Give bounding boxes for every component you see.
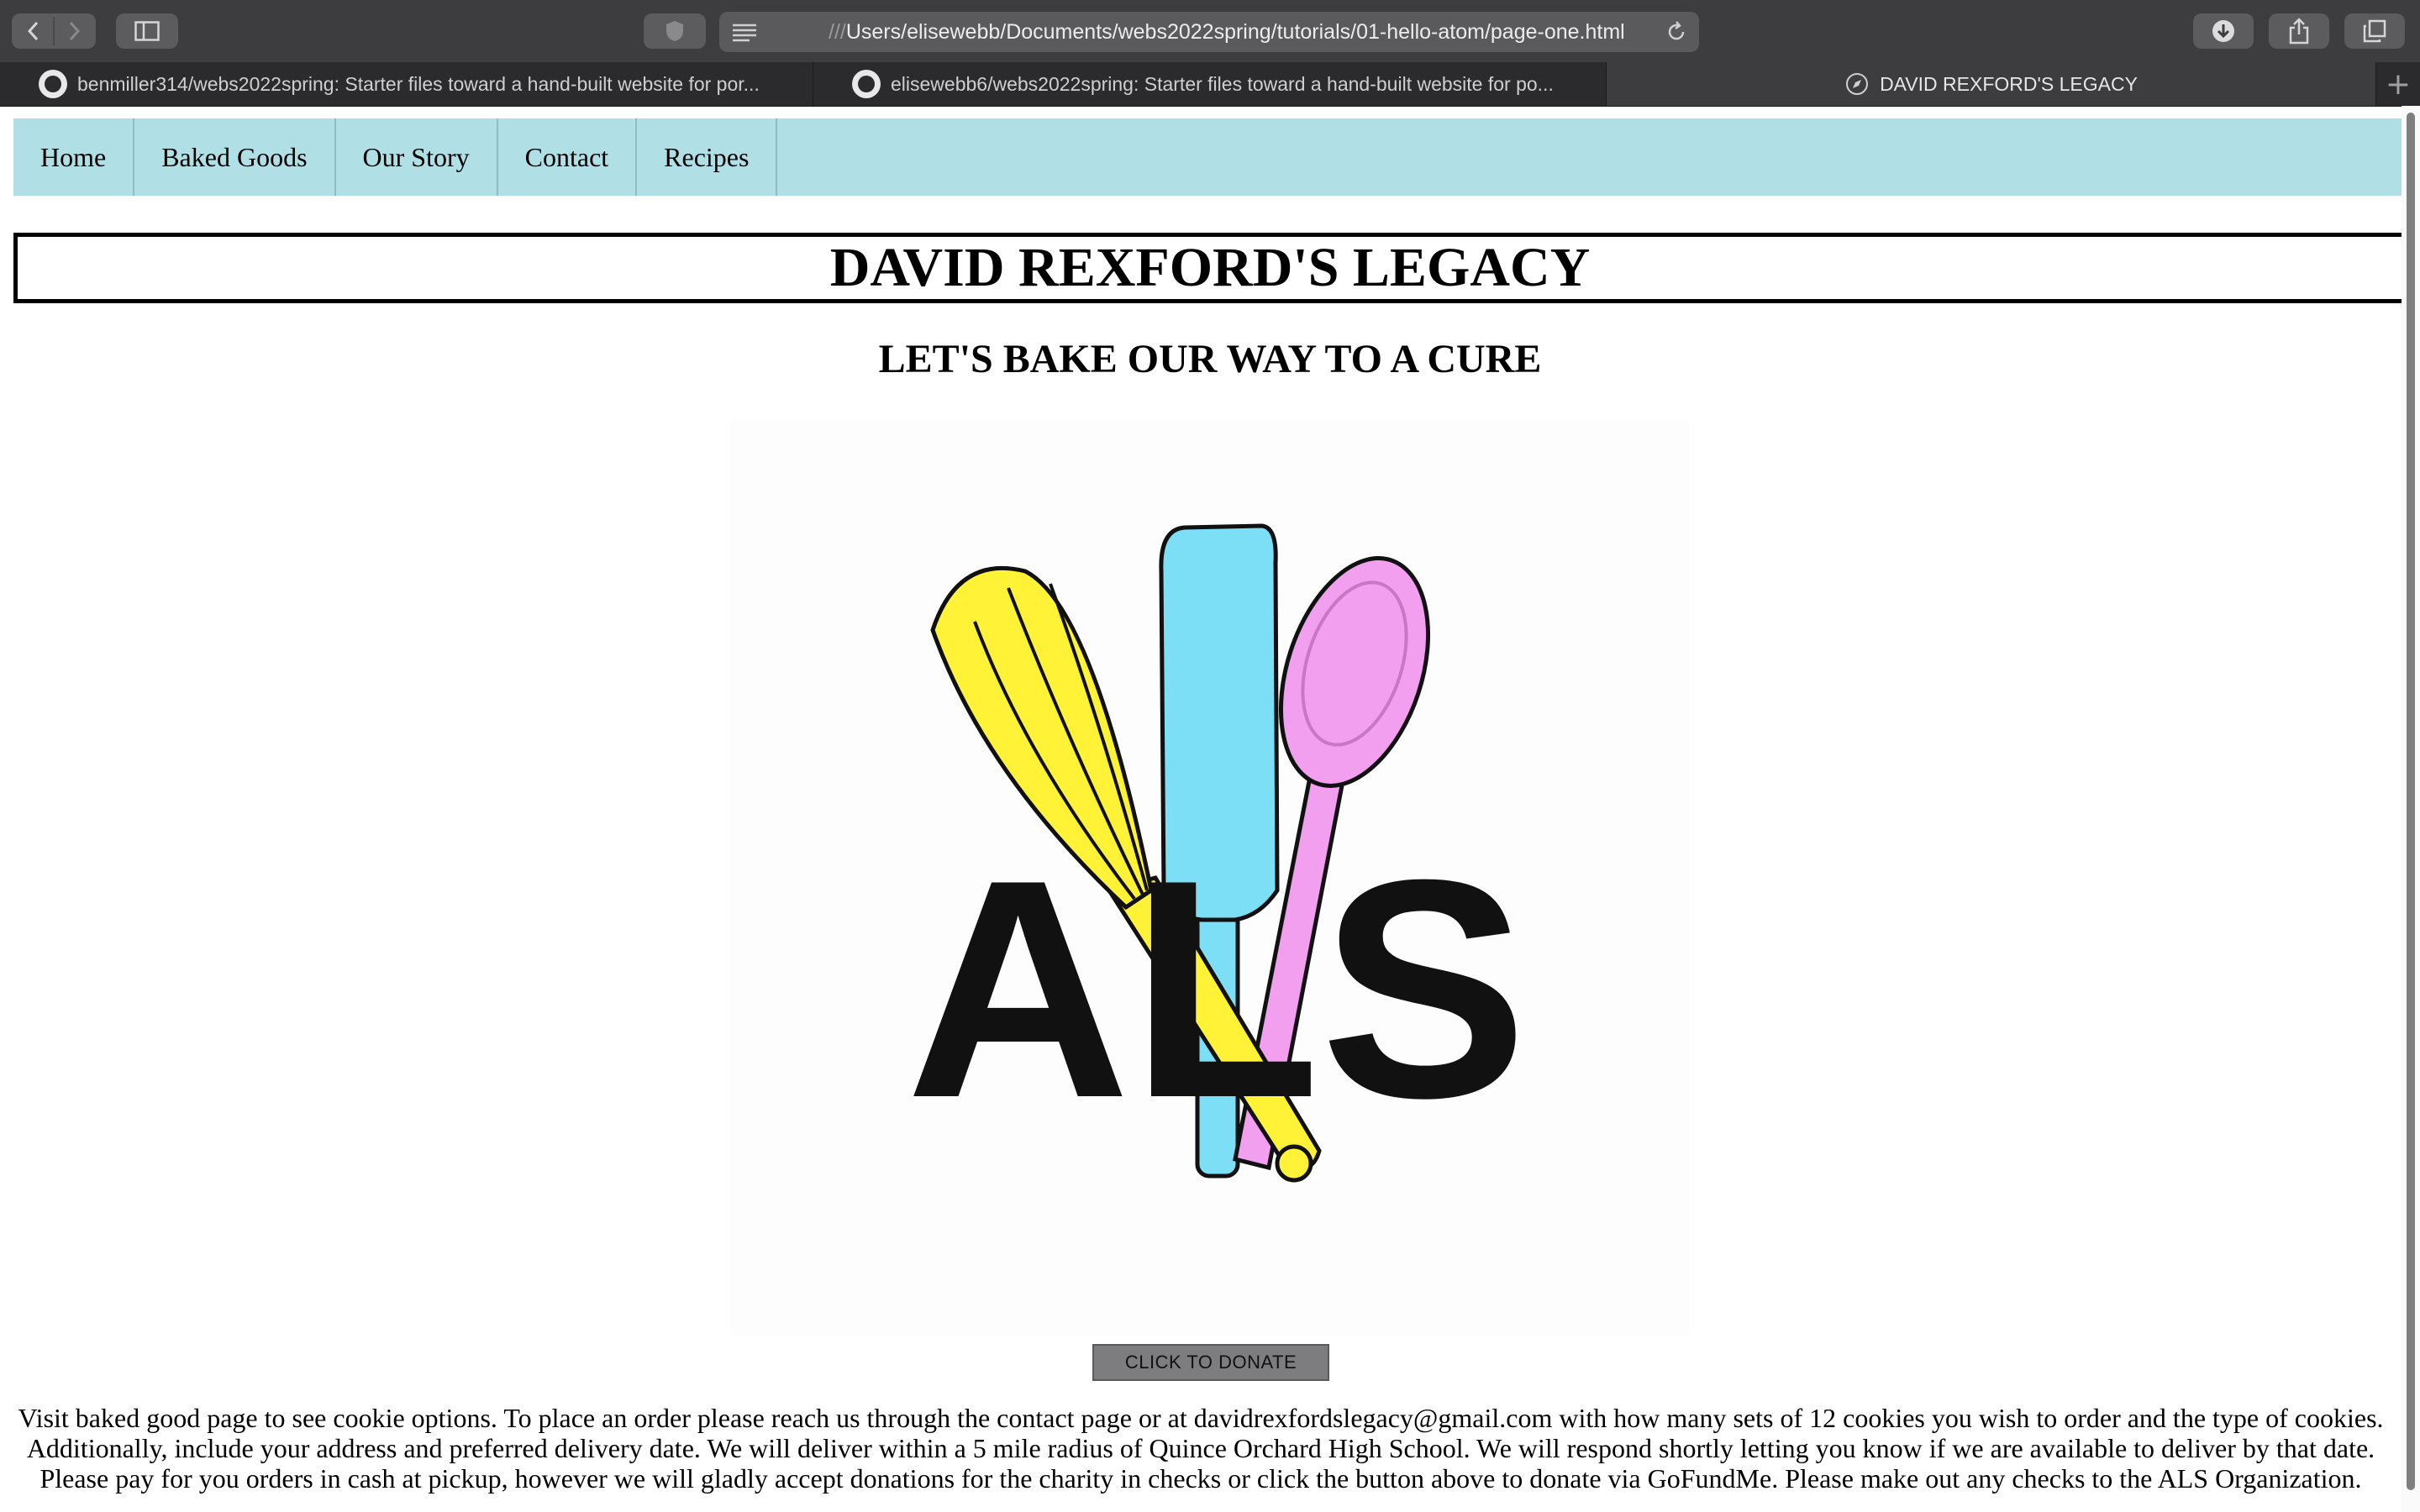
nav-baked-goods[interactable]: Baked Goods bbox=[134, 118, 336, 196]
page-scrollbar[interactable] bbox=[2402, 106, 2420, 1512]
download-icon bbox=[2212, 20, 2234, 42]
nav-our-story[interactable]: Our Story bbox=[336, 118, 498, 196]
tab-label: elisewebb6/webs2022spring: Starter files… bbox=[891, 72, 1554, 95]
share-icon bbox=[2289, 18, 2309, 45]
nav-home[interactable]: Home bbox=[13, 118, 135, 196]
compass-icon bbox=[1846, 73, 1869, 95]
url-prefix: /// bbox=[829, 20, 846, 44]
github-icon bbox=[39, 70, 67, 98]
tab-bar: benmiller314/webs2022spring: Starter fil… bbox=[0, 62, 2420, 107]
tab-active-legacy[interactable]: DAVID REXFORD'S LEGACY bbox=[1607, 62, 2376, 106]
info-line: Please pay for you orders in cash at pic… bbox=[39, 1463, 2362, 1494]
nav-contact[interactable]: Contact bbox=[498, 118, 638, 196]
github-icon bbox=[852, 70, 881, 98]
share-button[interactable] bbox=[2269, 13, 2329, 49]
url-path: Users/elisewebb/Documents/webs2022spring… bbox=[845, 20, 1625, 44]
als-logo-illustration: ALS bbox=[906, 523, 1528, 1183]
new-tab-button[interactable]: + bbox=[2376, 62, 2420, 106]
info-line: Additionally, include your address and p… bbox=[26, 1433, 2375, 1463]
tabs-icon bbox=[2363, 19, 2386, 43]
reload-icon[interactable] bbox=[1665, 21, 1687, 43]
tab-elisewebb[interactable]: elisewebb6/webs2022spring: Starter files… bbox=[813, 62, 1607, 106]
downloads-button[interactable] bbox=[2193, 13, 2254, 49]
reader-icon bbox=[733, 24, 756, 42]
donate-button[interactable]: CLICK TO DONATE bbox=[1092, 1344, 1329, 1381]
address-bar[interactable]: ///Users/elisewebb/Documents/webs2022spr… bbox=[719, 12, 1699, 52]
page-subtitle: LET'S BAKE OUR WAY TO A CURE bbox=[878, 337, 1542, 381]
info-line: Visit baked good page to see cookie opti… bbox=[18, 1403, 2384, 1433]
logo-letters: ALS bbox=[906, 816, 1528, 1163]
als-logo: ALS bbox=[731, 420, 1689, 1336]
scroll-thumb[interactable] bbox=[2407, 113, 2415, 1490]
tab-label: DAVID REXFORD'S LEGACY bbox=[1880, 72, 2138, 95]
site-nav: Home Baked Goods Our Story Contact Recip… bbox=[13, 118, 2407, 196]
back-forward-buttons[interactable] bbox=[12, 13, 96, 49]
tab-benmiller[interactable]: benmiller314/webs2022spring: Starter fil… bbox=[0, 62, 813, 106]
browser-toolbar: ///Users/elisewebb/Documents/webs2022spr… bbox=[0, 0, 2420, 62]
privacy-report-button[interactable] bbox=[644, 13, 706, 49]
shield-icon bbox=[666, 21, 683, 41]
tab-label: benmiller314/webs2022spring: Starter fil… bbox=[77, 72, 760, 95]
order-info: Visit baked good page to see cookie opti… bbox=[0, 1403, 2402, 1494]
nav-recipes[interactable]: Recipes bbox=[637, 118, 778, 196]
url-text: ///Users/elisewebb/Documents/webs2022spr… bbox=[829, 12, 1625, 52]
sidebar-icon bbox=[134, 21, 160, 41]
back-forward-icon bbox=[27, 17, 81, 45]
sidebar-toggle-button[interactable] bbox=[116, 13, 178, 49]
tab-overview-button[interactable] bbox=[2344, 13, 2405, 49]
page-title: DAVID REXFORD'S LEGACY bbox=[13, 233, 2407, 303]
